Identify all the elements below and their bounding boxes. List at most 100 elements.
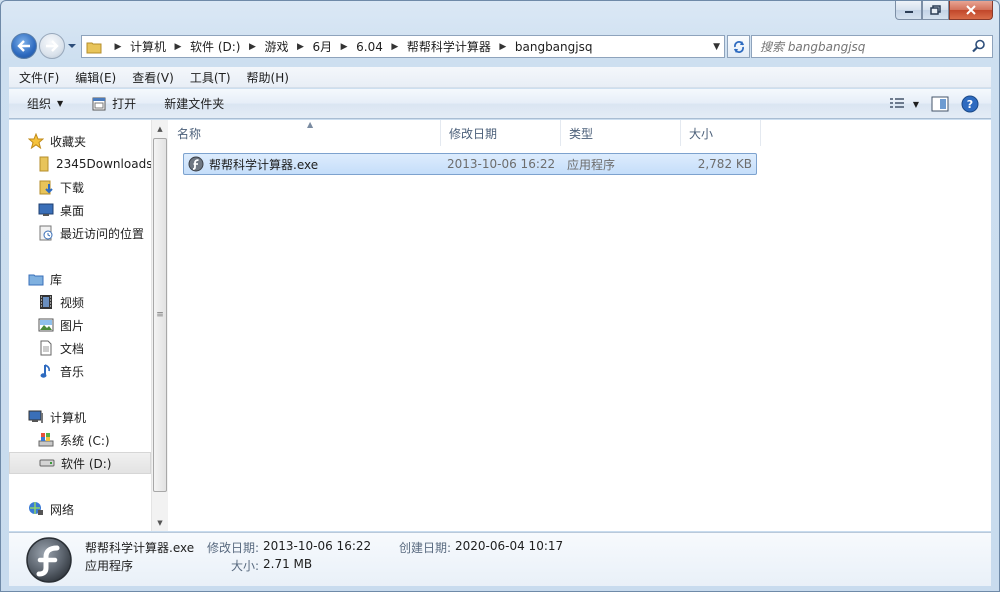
scroll-down-icon[interactable]: ▼ — [152, 514, 168, 531]
scroll-thumb[interactable]: ≡ — [153, 138, 167, 492]
computer-icon — [27, 409, 45, 425]
column-header-type[interactable]: 类型 — [561, 120, 681, 146]
column-modified-label: 修改日期 — [449, 126, 498, 141]
nav-2345downloads[interactable]: 2345Downloads — [9, 153, 151, 175]
open-button[interactable]: 打开 — [91, 95, 136, 112]
nav-music[interactable]: 音乐 — [9, 360, 151, 382]
breadcrumb-drive-d[interactable]: 软件 (D:) — [190, 38, 240, 55]
nav-documents[interactable]: 文档 — [9, 337, 151, 359]
recent-pages-dropdown[interactable] — [67, 41, 77, 51]
nav-label: 系统 (C:) — [60, 433, 110, 448]
refresh-button[interactable] — [727, 35, 750, 58]
picture-icon — [37, 317, 55, 333]
search-icon[interactable] — [972, 39, 986, 53]
organize-label: 组织 — [27, 97, 52, 111]
preview-pane-button[interactable] — [931, 96, 949, 112]
navigation-pane: 收藏夹 2345Downloads 下载 桌面 最近访问的位置 库 视频 图片 … — [9, 120, 151, 531]
search-box[interactable] — [751, 35, 993, 58]
menu-file[interactable]: 文件(F) — [19, 69, 59, 86]
file-size: 2,782 KB — [697, 157, 752, 171]
crumb-separator-icon[interactable]: ▶ — [497, 42, 509, 52]
nav-label: 音乐 — [60, 364, 85, 379]
sort-ascending-icon: ▲ — [307, 120, 314, 129]
crumb-separator-icon[interactable]: ▶ — [338, 42, 350, 52]
file-type: 应用程序 — [567, 157, 616, 172]
new-folder-button[interactable]: 新建文件夹 — [164, 95, 224, 112]
folder-icon — [86, 42, 102, 53]
network-icon — [27, 501, 45, 517]
explorer-window: ▶ 计算机 ▶ 软件 (D:) ▶ 游戏 ▶ 6月 ▶ 6.04 ▶ 帮帮科学计… — [0, 0, 1000, 592]
desktop-icon — [37, 202, 55, 218]
nav-downloads[interactable]: 下载 — [9, 176, 151, 198]
crumb-separator-icon[interactable]: ▶ — [389, 42, 401, 52]
breadcrumb-june[interactable]: 6月 — [313, 38, 333, 55]
menu-tools[interactable]: 工具(T) — [190, 69, 231, 86]
change-view-button[interactable]: ▼ — [889, 97, 919, 111]
crumb-separator-icon[interactable]: ▶ — [295, 42, 307, 52]
details-size-label: 大小: — [231, 559, 260, 573]
crumb-separator-icon[interactable]: ▶ — [172, 42, 184, 52]
content-area: 收藏夹 2345Downloads 下载 桌面 最近访问的位置 库 视频 图片 … — [9, 120, 991, 531]
document-icon — [37, 340, 55, 356]
breadcrumb-computer[interactable]: 计算机 — [130, 38, 166, 55]
breadcrumb-games[interactable]: 游戏 — [264, 38, 288, 55]
nav-pictures[interactable]: 图片 — [9, 314, 151, 336]
file-name-cell: 帮帮科学计算器.exe — [188, 154, 318, 174]
scroll-up-icon[interactable]: ▲ — [152, 120, 168, 137]
column-header-modified[interactable]: 修改日期 — [441, 120, 561, 146]
nav-label: 文档 — [60, 341, 85, 356]
menu-bar: 文件(F) 编辑(E) 查看(V) 工具(T) 帮助(H) — [9, 67, 991, 88]
details-created-value: 2020-06-04 10:17 — [455, 539, 564, 553]
close-button[interactable] — [949, 1, 993, 20]
folder-icon — [37, 156, 51, 172]
details-modified-value: 2013-10-06 16:22 — [263, 539, 372, 553]
breadcrumb-bangbangjsq[interactable]: bangbangjsq — [515, 40, 593, 54]
nav-desktop[interactable]: 桌面 — [9, 199, 151, 221]
nav-drive-c[interactable]: 系统 (C:) — [9, 429, 151, 451]
maximize-button[interactable] — [922, 1, 949, 20]
download-folder-icon — [37, 179, 55, 195]
restore-icon — [929, 5, 941, 15]
nav-label: 网络 — [50, 502, 75, 517]
star-icon — [27, 133, 45, 149]
details-size-value: 2.71 MB — [263, 557, 313, 571]
nav-recent[interactable]: 最近访问的位置 — [9, 222, 151, 244]
help-button[interactable]: ? — [961, 95, 979, 113]
organize-button[interactable]: 组织 ▼ — [27, 95, 63, 112]
file-list-pane: 名称 ▲ 修改日期 类型 大小 帮帮科学计算器.exe 2013-10-06 1… — [169, 120, 991, 531]
address-bar[interactable]: ▶ 计算机 ▶ 软件 (D:) ▶ 游戏 ▶ 6月 ▶ 6.04 ▶ 帮帮科学计… — [81, 35, 725, 58]
crumb-separator-icon[interactable]: ▶ — [246, 42, 258, 52]
column-size-label: 大小 — [689, 126, 714, 141]
nav-libraries[interactable]: 库 — [9, 268, 151, 290]
forward-button[interactable] — [39, 33, 65, 59]
breadcrumb-604[interactable]: 6.04 — [356, 40, 383, 54]
details-filetype: 应用程序 — [85, 559, 134, 573]
nav-drive-d[interactable]: 软件 (D:) — [9, 452, 151, 474]
nav-network[interactable]: 网络 — [9, 498, 151, 520]
column-header-name[interactable]: 名称 ▲ — [169, 120, 441, 146]
menu-edit[interactable]: 编辑(E) — [75, 69, 116, 86]
nav-label: 桌面 — [60, 203, 85, 218]
file-row[interactable]: 帮帮科学计算器.exe 2013-10-06 16:22 应用程序 2,782 … — [183, 153, 757, 175]
column-header-size[interactable]: 大小 — [681, 120, 761, 146]
search-input[interactable] — [760, 39, 960, 54]
chevron-down-icon: ▼ — [912, 99, 919, 109]
menu-view[interactable]: 查看(V) — [132, 69, 174, 86]
minimize-button[interactable] — [895, 1, 922, 20]
nav-label: 2345Downloads — [56, 157, 151, 171]
breadcrumb-calculator[interactable]: 帮帮科学计算器 — [407, 38, 491, 55]
nav-videos[interactable]: 视频 — [9, 291, 151, 313]
crumb-separator-icon[interactable]: ▶ — [112, 42, 124, 52]
system-drive-icon — [37, 432, 55, 448]
back-button[interactable] — [11, 33, 37, 59]
file-name: 帮帮科学计算器.exe — [209, 157, 319, 172]
library-icon — [27, 271, 45, 287]
nav-label: 图片 — [60, 318, 85, 333]
nav-computer[interactable]: 计算机 — [9, 406, 151, 428]
navigation-scrollbar[interactable]: ▲ ≡ ▼ — [151, 120, 168, 531]
nav-favorites[interactable]: 收藏夹 — [9, 130, 151, 152]
nav-label: 软件 (D:) — [61, 456, 112, 471]
address-dropdown-icon[interactable]: ▼ — [713, 42, 720, 52]
menu-help[interactable]: 帮助(H) — [247, 69, 289, 86]
arrow-right-icon — [46, 40, 59, 52]
